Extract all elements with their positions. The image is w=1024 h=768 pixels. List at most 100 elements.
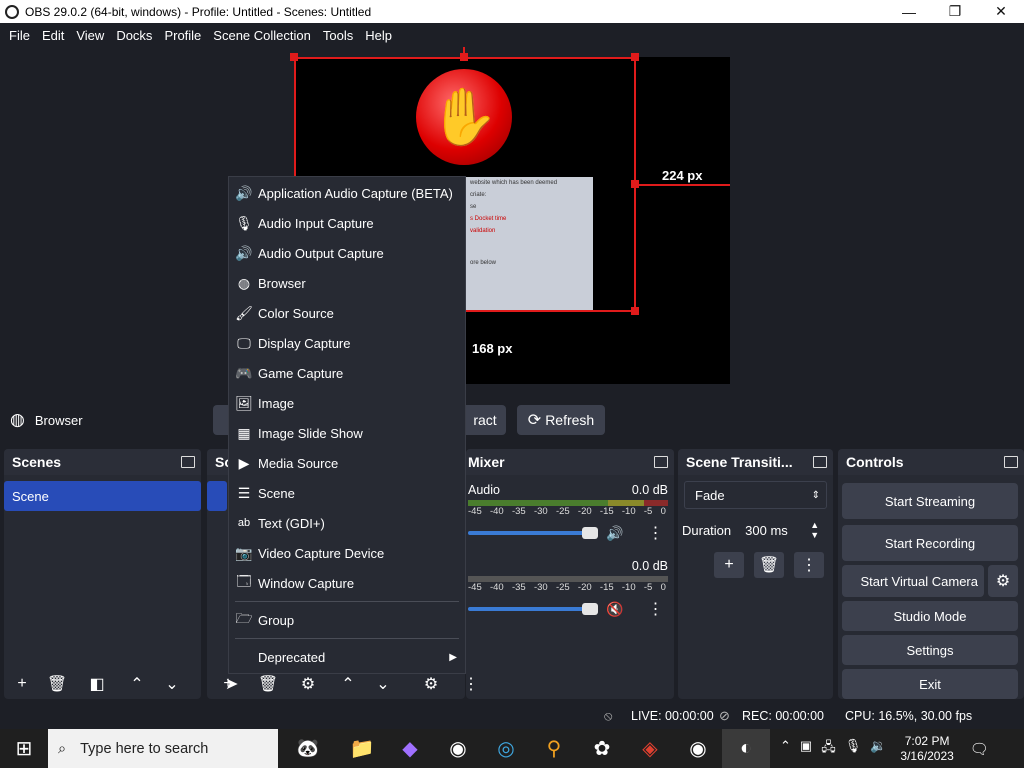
app-icon[interactable]: ✿ (578, 729, 626, 768)
menu-item-color-source[interactable]: 🖌 Color Source (229, 298, 465, 328)
duration-label: Duration (682, 522, 732, 538)
volume-slider[interactable] (468, 603, 598, 615)
menu-item-image-slide-show[interactable]: ▦ Image Slide Show (229, 418, 465, 448)
menu-tools[interactable]: Tools (317, 28, 359, 43)
resize-handle[interactable] (631, 53, 639, 61)
undock-icon[interactable] (1004, 456, 1018, 468)
notification-icon[interactable]: 🗨 (970, 740, 989, 758)
remove-transition-icon[interactable]: 🗑 (754, 552, 784, 578)
menu-item-text-gdi[interactable]: ab Text (GDI+) (229, 508, 465, 538)
exit-button[interactable]: Exit (842, 669, 1018, 699)
globe-icon: ◍ (10, 410, 25, 429)
source-properties-icon[interactable]: ⚙ (293, 671, 323, 697)
preview-area[interactable]: ✋ website which has been deemed criate: … (0, 47, 1024, 397)
gamepad-icon: 🎮 (235, 364, 253, 381)
maximize-button[interactable]: ❐ (932, 0, 978, 23)
undock-icon[interactable] (813, 456, 827, 468)
scene-list-item[interactable]: Scene (4, 481, 201, 511)
chrome-icon[interactable]: ◉ (434, 729, 482, 768)
folder-icon: 🗁 (235, 610, 253, 626)
mixer-channel: Audio 0.0 dB -45 -40 -35 -30 -25 -20 -15 -10 -5 0… (466, 475, 674, 543)
spin-arrows-icon[interactable]: ▲ ▼ (810, 520, 819, 540)
undock-icon[interactable] (654, 456, 668, 468)
menu-item-game-capture[interactable]: 🎮 Game Capture (229, 358, 465, 388)
speaker-icon[interactable]: 🔊 (606, 525, 623, 542)
mixer-menu-icon[interactable]: ⋮ (456, 671, 486, 697)
menu-separator (235, 638, 459, 639)
menu-item-image[interactable]: 🖼 Image (229, 388, 465, 418)
menu-item-audio-output-capture[interactable]: 🔊 Audio Output Capture (229, 238, 465, 268)
start-streaming-button[interactable]: Start Streaming (842, 483, 1018, 519)
channel-name: Audio (468, 483, 500, 497)
move-down-icon[interactable]: ⌄ (157, 671, 187, 697)
refresh-icon: ⟳ (527, 412, 542, 429)
more-options-icon[interactable]: ⋮ (647, 523, 663, 543)
menu-item-display-capture[interactable]: 🖵 Display Capture (229, 328, 465, 358)
menu-item-video-capture-device[interactable]: 📷 Video Capture Device (229, 538, 465, 568)
start-recording-button[interactable]: Start Recording (842, 525, 1018, 561)
menu-item-group[interactable]: 🗁 Group (229, 605, 465, 635)
duration-spinbox[interactable]: 300 ms ▲ ▼ (737, 516, 821, 544)
menu-item-audio-input-capture[interactable]: 🎙 Audio Input Capture (229, 208, 465, 238)
scene-filters-icon[interactable]: ◧ (82, 671, 112, 697)
menu-docks[interactable]: Docks (110, 28, 158, 43)
chrome-icon[interactable]: ◉ (674, 729, 722, 768)
resize-handle[interactable] (631, 307, 639, 315)
menu-help[interactable]: Help (359, 28, 398, 43)
source-list-item[interactable] (207, 481, 227, 511)
menu-item-window-capture[interactable]: 🗔 Window Capture (229, 568, 465, 598)
move-up-icon[interactable]: ⌃ (333, 671, 363, 697)
menu-view[interactable]: View (70, 28, 110, 43)
edge-icon[interactable]: ◎ (482, 729, 530, 768)
menu-item-scene[interactable]: ☰ Scene (229, 478, 465, 508)
menu-profile[interactable]: Profile (158, 28, 207, 43)
move-up-icon[interactable]: ⌃ (122, 671, 152, 697)
settings-button[interactable]: Settings (842, 635, 1018, 665)
network-icon: ⦸ (604, 708, 613, 723)
add-scene-icon[interactable]: + (7, 671, 37, 697)
menu-item-deprecated[interactable]: Deprecated ▶ (229, 642, 465, 672)
start-virtual-camera-button[interactable]: Start Virtual Camera (842, 565, 984, 597)
virtual-camera-settings-icon[interactable]: ⚙ (988, 565, 1018, 597)
network-icon[interactable]: 🖧 (821, 738, 836, 760)
camera-icon: 📷 (235, 544, 253, 561)
transition-value: Fade (695, 487, 725, 503)
windows-start-icon[interactable]: ⊞ (0, 729, 48, 768)
studio-mode-button[interactable]: Studio Mode (842, 601, 1018, 631)
volume-icon[interactable]: 🔉 (870, 738, 886, 760)
move-down-icon[interactable]: ⌄ (368, 671, 398, 697)
menu-file[interactable]: File (3, 28, 36, 43)
advanced-audio-icon[interactable]: ⚙ (416, 671, 446, 697)
menu-scene-collection[interactable]: Scene Collection (207, 28, 317, 43)
obs-taskbar-icon[interactable]: ◐ (722, 729, 770, 768)
refresh-button[interactable]: ⟳ Refresh (517, 405, 605, 435)
close-button[interactable]: ✕ (978, 0, 1024, 23)
app-icon[interactable]: ◈ (626, 729, 674, 768)
minimize-button[interactable]: — (886, 0, 932, 23)
search-app-icon[interactable]: ⚲ (530, 729, 578, 768)
source-toolbar: ◍ Browser ract ⟳ Refresh (0, 397, 1024, 443)
volume-slider[interactable] (468, 527, 598, 539)
taskbar-search-box[interactable]: ⌕ Type here to search (48, 729, 278, 768)
paintbrush-icon: 🖌 (235, 304, 253, 321)
file-explorer-icon[interactable]: 📁 (338, 729, 386, 768)
resize-handle[interactable] (290, 53, 298, 61)
tray-app-icon[interactable]: ▣ (800, 738, 812, 760)
remove-source-icon[interactable]: 🗑 (253, 671, 283, 697)
more-options-icon[interactable]: ⋮ (647, 599, 663, 619)
transition-menu-icon[interactable]: ⋮ (794, 552, 824, 578)
menu-item-application-audio-capture[interactable]: 🔊 Application Audio Capture (BETA) (229, 178, 465, 208)
menu-item-media-source[interactable]: ▶ Media Source (229, 448, 465, 478)
controls-dock-title: Controls (846, 454, 904, 470)
microphone-icon[interactable]: 🎙 (845, 738, 862, 760)
transition-select[interactable]: Fade ⇕ (684, 481, 827, 509)
taskbar-clock[interactable]: 7:02 PM 3/16/2023 (900, 734, 953, 764)
visual-studio-icon[interactable]: ◆ (386, 729, 434, 768)
add-transition-icon[interactable]: + (714, 552, 744, 578)
muted-speaker-icon[interactable]: 🔇 (606, 601, 623, 618)
menu-item-browser[interactable]: ◍ Browser (229, 268, 465, 298)
menu-edit[interactable]: Edit (36, 28, 70, 43)
tray-chevron-icon[interactable]: ⌃ (780, 738, 791, 760)
undock-icon[interactable] (181, 456, 195, 468)
remove-scene-icon[interactable]: 🗑 (42, 671, 72, 697)
